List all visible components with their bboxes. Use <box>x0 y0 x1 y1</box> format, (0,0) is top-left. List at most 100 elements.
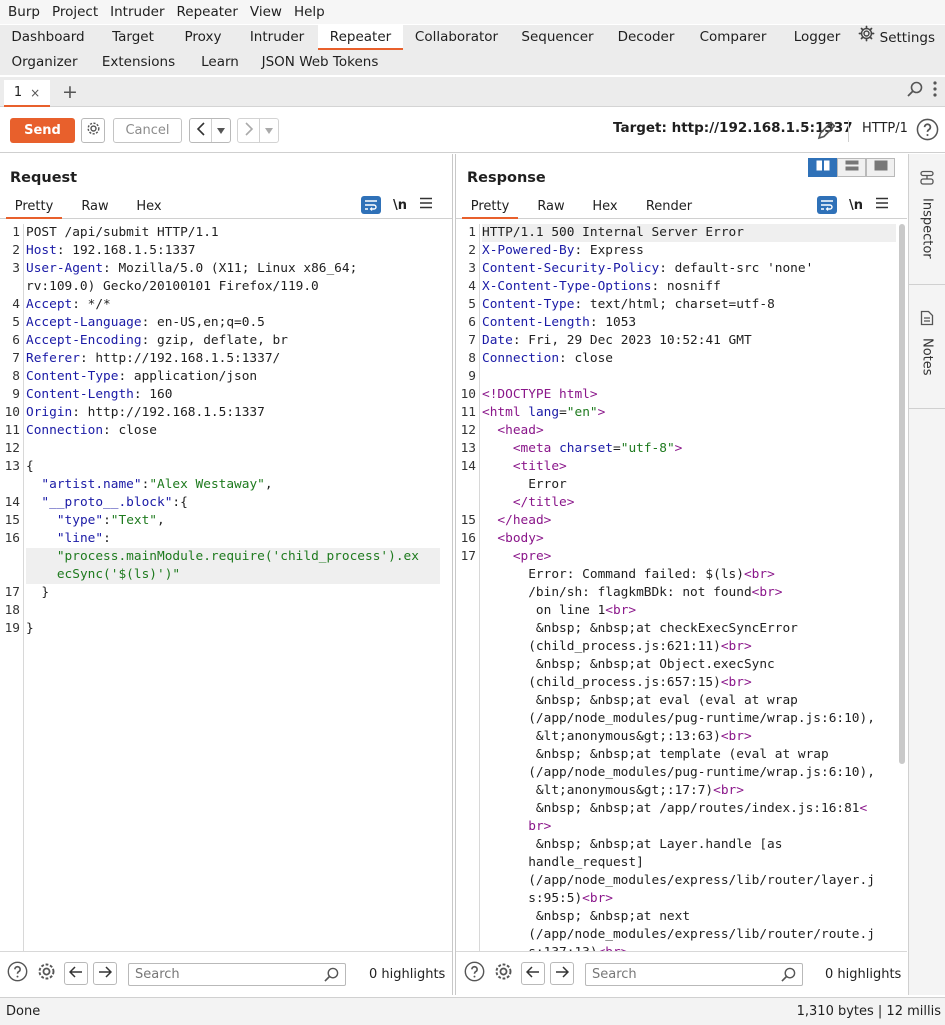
response-editor[interactable]: 1 2 3 4 5 6 7 8 9 10 11 12 13 14 15 16 1… <box>456 224 907 951</box>
forward-button[interactable] <box>238 119 260 142</box>
header-line: Connection: close <box>26 423 157 438</box>
tab-extensions[interactable]: Extensions <box>89 50 188 75</box>
menu-project[interactable]: Project <box>46 0 104 24</box>
edit-target-button[interactable] <box>816 119 838 145</box>
body-line: (/app/node_modules/pug-runtime/wrap.js:6… <box>482 765 875 780</box>
http-version-toggle[interactable]: HTTP/1 <box>862 121 908 136</box>
response-search-input[interactable] <box>592 966 772 983</box>
hamburger-menu-icon[interactable] <box>419 197 433 213</box>
body-line: &lt;anonymous&gt;:17:7)<br> <box>482 783 744 798</box>
response-tab-raw[interactable]: Raw <box>524 195 578 219</box>
forward-nav-group <box>237 118 279 143</box>
response-tab-hex[interactable]: Hex <box>580 195 630 219</box>
response-tab-render[interactable]: Render <box>636 195 702 219</box>
send-button[interactable]: Send <box>10 118 75 143</box>
help-button[interactable] <box>463 961 485 986</box>
layout-tabs-button[interactable] <box>866 158 895 177</box>
body-line: <body> <box>497 531 544 546</box>
help-button[interactable] <box>6 961 28 984</box>
hamburger-menu-icon[interactable] <box>875 197 889 213</box>
request-tab-hex[interactable]: Hex <box>124 195 174 219</box>
response-scrollbar[interactable] <box>899 224 905 764</box>
toolbar-divider <box>848 120 849 142</box>
body-line: <title> <box>512 459 567 474</box>
request-search-input[interactable] <box>135 966 315 983</box>
arrow-right-icon <box>555 965 570 982</box>
pencil-icon <box>816 121 838 145</box>
request-title: Request <box>10 170 78 186</box>
tab-settings[interactable]: Settings <box>858 25 935 50</box>
previous-match-button[interactable] <box>521 962 545 985</box>
layout-toggle-group <box>808 158 895 177</box>
tab-dashboard[interactable]: Dashboard <box>0 25 96 50</box>
request-tab-pretty[interactable]: Pretty <box>6 195 62 219</box>
close-icon[interactable]: × <box>30 86 40 100</box>
show-newlines-toggle[interactable]: \n <box>849 198 863 213</box>
response-size-timing: 1,310 bytes | 12 millis <box>796 1004 941 1019</box>
body-line: (/app/node_modules/express/lib/router/ro… <box>482 927 875 942</box>
repeater-toolbar: Send Cancel Target: http://192.168.1.5:1… <box>0 108 945 153</box>
tab-organizer[interactable]: Organizer <box>0 50 89 75</box>
body-line: &nbsp; &nbsp;at eval (eval at wrap <box>482 693 798 708</box>
request-editor[interactable]: 1 2 3 4 5 6 7 8 9 10 11 12 13 14 15 16 1… <box>0 224 452 951</box>
layout-side-by-side-button[interactable] <box>808 158 837 177</box>
chevron-right-icon <box>244 121 254 140</box>
menu-help[interactable]: Help <box>288 0 331 24</box>
menu-view[interactable]: View <box>244 0 288 24</box>
tab-decoder[interactable]: Decoder <box>605 25 687 50</box>
search-settings-button[interactable] <box>35 962 57 984</box>
tab-sequencer[interactable]: Sequencer <box>510 25 605 50</box>
show-newlines-toggle[interactable]: \n <box>393 198 407 213</box>
kebab-menu-icon[interactable] <box>933 81 937 101</box>
request-line: POST /api/submit HTTP/1.1 <box>26 225 219 240</box>
wrap-lines-icon[interactable] <box>361 196 381 214</box>
repeater-tab-1[interactable]: 1 × <box>4 80 50 107</box>
next-match-button[interactable] <box>550 962 574 985</box>
body-line: &nbsp; &nbsp;at Object.execSync <box>482 657 775 672</box>
columns-icon <box>816 160 830 175</box>
cancel-button[interactable]: Cancel <box>113 118 182 143</box>
search-icon[interactable] <box>907 81 923 101</box>
wrap-lines-icon[interactable] <box>817 196 837 214</box>
caret-down-icon <box>265 123 273 138</box>
add-tab-button[interactable]: + <box>60 81 80 103</box>
menu-burp[interactable]: Burp <box>2 0 46 24</box>
help-button[interactable] <box>916 118 939 145</box>
forward-history-dropdown[interactable] <box>260 119 278 142</box>
tab-logger[interactable]: Logger <box>779 25 855 50</box>
back-button[interactable] <box>190 119 212 142</box>
tab-repeater[interactable]: Repeater <box>318 25 403 50</box>
back-history-dropdown[interactable] <box>212 119 230 142</box>
tab-collaborator[interactable]: Collaborator <box>403 25 510 50</box>
tab-proxy[interactable]: Proxy <box>170 25 236 50</box>
body-line: "__proto__.block":{ <box>41 495 188 510</box>
send-options-button[interactable] <box>81 118 105 143</box>
body-line: <pre> <box>512 549 552 564</box>
header-line: Connection: close <box>482 351 613 366</box>
tab-target[interactable]: Target <box>96 25 170 50</box>
menu-repeater[interactable]: Repeater <box>171 0 244 24</box>
inspector-tab[interactable]: Inspector <box>909 170 945 259</box>
request-tab-raw[interactable]: Raw <box>68 195 122 219</box>
header-line: Date: Fri, 29 Dec 2023 10:52:41 GMT <box>482 333 752 348</box>
header-line: Accept: */* <box>26 297 111 312</box>
tab-intruder[interactable]: Intruder <box>236 25 318 50</box>
back-nav-group <box>189 118 231 143</box>
tab-json-web-tokens[interactable]: JSON Web Tokens <box>252 50 388 75</box>
body-line: (/app/node_modules/pug-runtime/wrap.js:6… <box>482 711 875 726</box>
previous-match-button[interactable] <box>64 962 88 985</box>
request-search-box <box>128 963 346 986</box>
help-icon <box>464 961 485 986</box>
notes-tab[interactable]: Notes <box>909 310 945 376</box>
body-line: handle_request] <box>482 855 644 870</box>
status-text: Done <box>6 1004 41 1019</box>
layout-stacked-button[interactable] <box>837 158 866 177</box>
search-settings-button[interactable] <box>492 962 514 984</box>
next-match-button[interactable] <box>93 962 117 985</box>
header-line: Referer: http://192.168.1.5:1337/ <box>26 351 281 366</box>
response-tab-pretty[interactable]: Pretty <box>462 195 518 219</box>
tab-comparer[interactable]: Comparer <box>687 25 779 50</box>
body-line: } <box>26 585 50 600</box>
tab-learn[interactable]: Learn <box>188 50 252 75</box>
menu-intruder[interactable]: Intruder <box>104 0 170 24</box>
